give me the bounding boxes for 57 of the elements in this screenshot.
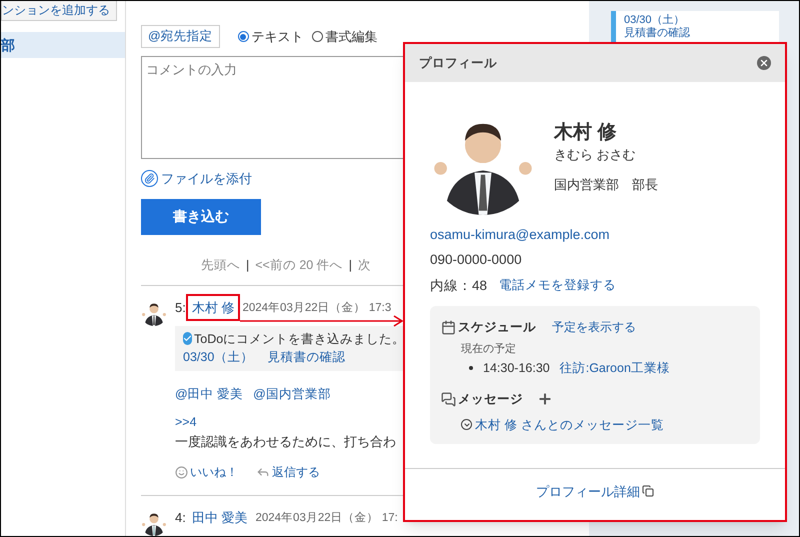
pagination-link[interactable]: 次	[358, 256, 371, 274]
pagination-link[interactable]: <<前の 20 件へ	[255, 256, 343, 274]
chevron-icon	[461, 419, 472, 430]
phone-memo-link[interactable]: 電話メモを登録する	[499, 276, 616, 295]
calendar-icon	[441, 320, 456, 335]
check-icon	[183, 332, 192, 346]
extension-number: 内線：48	[430, 276, 488, 294]
calendar-entry[interactable]: 03/30（土） 見積書の確認	[611, 11, 779, 43]
entry-title: 見積書の確認	[624, 27, 691, 40]
separator: |	[348, 256, 352, 274]
mention-link[interactable]: @国内営業部	[253, 385, 331, 404]
post-body: 一度認識をあわせるために、打ち合わ	[175, 432, 397, 450]
paperclip-icon	[141, 170, 158, 187]
reply-button[interactable]: 返信する	[256, 463, 320, 481]
close-button[interactable]	[757, 56, 771, 70]
like-button[interactable]: いいね！	[175, 463, 238, 481]
add-button[interactable]: ンションを追加する	[1, 1, 117, 21]
author-link[interactable]: 田中 愛美	[186, 504, 254, 532]
mention-button[interactable]: @宛先指定	[141, 25, 220, 48]
submit-button[interactable]: 書き込む	[141, 199, 261, 235]
phone-number: 090-0000-0000	[430, 251, 523, 270]
smile-icon	[175, 466, 188, 478]
profile-details-link[interactable]: プロフィール詳細	[536, 482, 654, 502]
post-number: 4:	[175, 509, 186, 528]
todo-date-link[interactable]: 03/30（土）	[183, 348, 254, 367]
current-schedule-label: 現在の予定	[461, 342, 517, 356]
close-icon	[759, 58, 769, 68]
bullet	[469, 366, 473, 370]
sidebar-item[interactable]: 部	[1, 32, 125, 58]
post-date: 2024年03月22日（金） 17:3	[242, 300, 392, 314]
post-date: 2024年03月22日（金） 17:	[255, 511, 398, 525]
show-schedule-link[interactable]: 予定を表示する	[552, 318, 636, 336]
attach-link[interactable]: ファイルを添付	[141, 168, 252, 188]
post-number: 5:	[175, 298, 186, 317]
radio-label: テキスト	[252, 28, 304, 46]
profile-department: 国内営業部 部長	[554, 176, 658, 194]
email-link[interactable]: osamu-kimura@example.com	[430, 225, 785, 246]
event-link[interactable]: 往訪:Garoon工業様	[560, 359, 670, 378]
radio-label: 書式編集	[326, 28, 378, 46]
mention-link[interactable]: @田中 愛美	[175, 385, 244, 404]
messages-label: メッセージ	[458, 390, 523, 408]
radio-button[interactable]	[238, 31, 249, 42]
author-link[interactable]: 木村 修	[186, 294, 240, 322]
separator: |	[246, 256, 250, 274]
new-window-icon	[642, 485, 654, 498]
message-list-link[interactable]: 木村 修 さんとのメッセージ一覧	[461, 416, 664, 434]
pagination-link[interactable]: 先頭へ	[201, 256, 240, 274]
radio-button[interactable]	[312, 31, 323, 42]
messages-icon	[441, 392, 456, 407]
add-message-icon[interactable]	[537, 391, 553, 408]
schedule-label: スケジュール	[458, 318, 536, 336]
todo-title-link[interactable]: 見積書の確認	[267, 348, 346, 367]
entry-date: 03/30（土）	[624, 14, 686, 27]
event-time: 14:30-16:30	[483, 360, 550, 377]
popup-title: プロフィール	[419, 54, 497, 72]
todo-text: ToDoにコメントを書き込みました。	[194, 330, 406, 348]
quote-link[interactable]: >>4	[175, 412, 403, 432]
